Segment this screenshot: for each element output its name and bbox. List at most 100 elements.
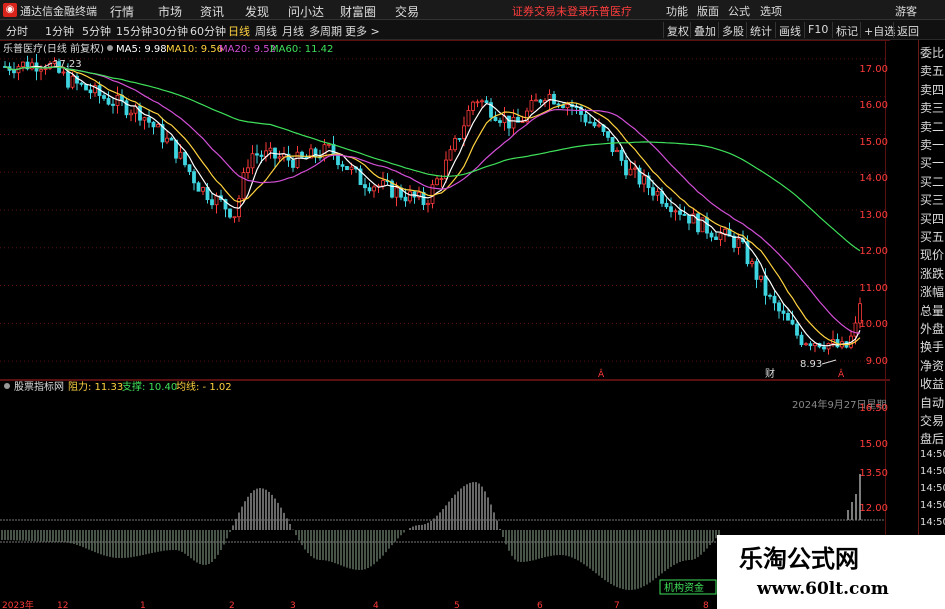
candle-body: [462, 125, 466, 139]
menu-trade[interactable]: 交易: [395, 3, 419, 20]
period-tab-multi[interactable]: 多周期: [309, 23, 342, 39]
candle-body: [255, 153, 259, 156]
legend-ma60: MA60: 11.42: [270, 44, 333, 55]
indicator-toggle-icon[interactable]: [4, 383, 10, 389]
candle-body: [201, 187, 205, 192]
period-tab-more[interactable]: 更多 >: [345, 23, 380, 39]
candle-body: [70, 75, 75, 88]
trade-login-alert[interactable]: 证券交易未登录: [512, 3, 589, 19]
indicator-tick: 15.00: [859, 439, 888, 450]
candle-body: [678, 210, 682, 215]
candle-body: [268, 147, 273, 152]
toolbar-stats-button[interactable]: 统计: [746, 22, 775, 38]
menu-options[interactable]: 选项: [760, 3, 782, 19]
legend-toggle-icon[interactable]: [107, 45, 113, 51]
event-marker-b[interactable]: Â: [838, 368, 845, 380]
candle-body: [714, 236, 718, 240]
candle-body: [349, 166, 354, 170]
candle-body: [655, 191, 660, 196]
toolbar-draw-button[interactable]: 画线: [775, 22, 804, 38]
candle-body: [138, 105, 142, 121]
period-tab-60min[interactable]: 60分钟: [190, 23, 226, 39]
period-tab-monthly[interactable]: 月线: [282, 23, 304, 39]
menu-market[interactable]: 市场: [158, 3, 182, 20]
toolbar-f10-button[interactable]: F10: [804, 22, 831, 38]
period-tab-daily[interactable]: 日线: [228, 23, 250, 39]
menu-discover[interactable]: 发现: [245, 3, 269, 20]
period-tab-1min[interactable]: 1分钟: [45, 23, 74, 39]
candle-body: [529, 100, 534, 112]
toolbar-mark-button[interactable]: 标记: [832, 22, 861, 38]
candle-body: [610, 136, 615, 153]
side-panel-item: 涨幅: [920, 285, 945, 300]
candle-body: [403, 196, 408, 202]
period-tab-5min[interactable]: 5分钟: [82, 23, 111, 39]
side-panel-item: 换手: [920, 340, 945, 355]
price-tick: 15.00: [859, 137, 888, 148]
candle-body: [669, 206, 673, 213]
event-marker-a[interactable]: Â: [598, 368, 605, 380]
period-tab-intraday[interactable]: 分时: [6, 23, 28, 39]
period-tab-15min[interactable]: 15分钟: [116, 23, 152, 39]
menu-wealth[interactable]: 财富圈: [340, 3, 376, 20]
user-label[interactable]: 游客: [895, 3, 917, 19]
candle-body: [12, 69, 16, 74]
candle-body: [709, 232, 714, 238]
indicator-support: 支撑: 10.40: [122, 380, 177, 393]
period-tab-30min[interactable]: 30分钟: [152, 23, 188, 39]
candle-body: [471, 101, 475, 111]
watermark-title: 乐淘公式网: [739, 544, 859, 573]
side-panel-item: 14:50: [920, 448, 945, 460]
candle-body: [592, 122, 597, 127]
price-tick: 13.00: [859, 210, 888, 221]
side-panel-item: 外盘: [920, 322, 945, 336]
candle-body: [772, 295, 777, 304]
candle-body: [736, 238, 741, 248]
candle-body: [480, 100, 484, 103]
candle-body: [777, 302, 781, 312]
candlestick-chart[interactable]: 乐普医疗(日线 前复权) MA5: 9.98 MA10: 9.56 MA20: …: [0, 40, 890, 380]
menu-formula[interactable]: 公式: [728, 3, 750, 19]
candle-body: [754, 261, 759, 280]
side-panel-item: 盘后: [920, 432, 945, 447]
candle-body: [565, 104, 570, 109]
axis-label: 4: [373, 601, 379, 609]
toolbar-adjust-button[interactable]: 复权: [663, 22, 692, 38]
toolbar-back-button[interactable]: 返回: [893, 22, 922, 38]
side-panel-item: 总量: [920, 303, 945, 318]
candle-body: [822, 346, 826, 350]
candle-body: [21, 61, 25, 68]
menu-ask[interactable]: 问小达: [288, 3, 324, 20]
side-panel-item: 委比: [920, 46, 945, 60]
candle-body: [88, 89, 93, 94]
candle-body: [597, 124, 601, 127]
menu-quotes[interactable]: 行情: [110, 3, 134, 20]
side-panel-item: 收益: [920, 377, 945, 392]
candle-body: [345, 165, 349, 170]
menu-layout[interactable]: 版面: [697, 3, 719, 19]
candle-body: [552, 93, 556, 105]
low-label: 8.93: [800, 359, 822, 370]
candle-body: [448, 149, 453, 161]
candle-body: [84, 83, 88, 91]
indicator-tick: 13.50: [859, 468, 888, 479]
candle-body: [192, 171, 196, 184]
candle-body: [732, 235, 736, 248]
axis-label: 2023年: [2, 599, 34, 609]
low-pointer: [821, 359, 837, 365]
side-panel-item: 买三: [920, 193, 945, 208]
finance-marker[interactable]: 财: [765, 367, 775, 380]
period-tab-weekly[interactable]: 周线: [255, 23, 277, 39]
toolbar-multi-stock-button[interactable]: 多股: [718, 22, 747, 38]
axis-label: 6: [537, 601, 543, 609]
legend-ma5: MA5: 9.98: [116, 44, 167, 55]
side-panel-item: 涨跌: [920, 266, 945, 281]
candle-body: [615, 149, 619, 153]
toolbar-overlay-button[interactable]: 叠加: [690, 22, 719, 38]
menu-news[interactable]: 资讯: [200, 3, 224, 20]
side-panel-item: 卖五: [920, 64, 945, 79]
side-panel-item: 买一: [920, 156, 945, 171]
menu-function[interactable]: 功能: [666, 3, 688, 19]
side-panel-item: 14:50: [920, 499, 945, 511]
candle-body: [484, 100, 489, 104]
